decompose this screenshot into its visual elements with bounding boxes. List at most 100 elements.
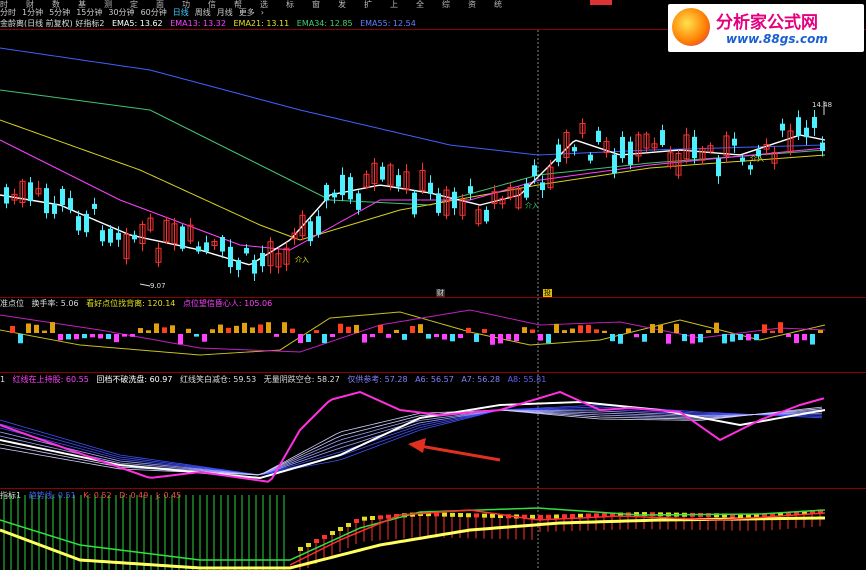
panel2-bar	[330, 334, 335, 338]
candle-body	[572, 147, 577, 152]
panel2-bar	[690, 334, 695, 344]
candle-body	[60, 188, 65, 205]
candle-body	[44, 188, 49, 214]
panel2-bar	[762, 324, 767, 333]
panel2-bar	[578, 325, 583, 333]
panel2-bar	[786, 334, 791, 338]
panel2-bar	[802, 334, 807, 341]
candle-body	[716, 158, 721, 177]
panel2-bar	[418, 324, 423, 333]
panel2-bar	[426, 334, 431, 339]
panel2-bar	[234, 325, 239, 333]
panel4-marker	[378, 515, 383, 520]
panel4-marker	[330, 531, 335, 535]
panel2-bar	[610, 334, 615, 342]
candle-body	[116, 232, 121, 240]
candle-body	[348, 177, 353, 200]
candle-body	[100, 230, 105, 242]
panel2-bar	[58, 334, 63, 341]
panel2-bar	[274, 334, 279, 337]
annotation-arrow	[419, 444, 501, 462]
panel2-bar	[714, 322, 719, 333]
panel2-bar	[378, 324, 383, 333]
entry-label: 介入	[750, 155, 764, 163]
candle-body	[660, 130, 665, 146]
panel2-yellow-line	[0, 311, 826, 356]
candle-body	[52, 203, 57, 214]
panel2-bar	[682, 334, 687, 342]
panel2-bar	[26, 323, 31, 333]
panel2-bar	[522, 327, 527, 333]
candle-body	[356, 193, 361, 210]
panel2-bar	[146, 330, 151, 333]
panel2-bar	[290, 328, 295, 333]
panel2-bar	[810, 334, 815, 345]
panel2-bar	[306, 334, 311, 342]
panel4-marker	[346, 523, 351, 527]
ema55-line	[0, 47, 826, 156]
candle-body	[76, 216, 81, 231]
panel4-marker	[386, 514, 391, 519]
panel2-bar	[122, 334, 127, 337]
panel4-marker	[570, 514, 575, 518]
panel2-bar	[10, 325, 15, 333]
panel2-bar	[410, 326, 415, 333]
panel4-marker	[546, 514, 551, 519]
candle-body	[540, 182, 545, 191]
candle-body	[396, 175, 401, 187]
panel2-bar	[218, 324, 223, 333]
panel2-bar	[442, 334, 447, 340]
candle-body	[796, 117, 801, 137]
candle-body	[380, 166, 385, 180]
candle-body	[92, 203, 97, 209]
candle-body	[820, 142, 825, 152]
panel2-bar	[698, 334, 703, 343]
financial-marker[interactable]: 财	[436, 289, 445, 297]
investment-marker[interactable]: 投	[543, 289, 552, 297]
panel2-bar	[194, 334, 199, 337]
stock-chart[interactable]	[0, 0, 866, 570]
candle-body	[324, 184, 329, 201]
candle-body	[612, 154, 617, 174]
panel2-bar	[98, 334, 103, 339]
panel2-bar	[66, 334, 71, 340]
candle-body	[628, 141, 633, 165]
panel2-bar	[42, 330, 47, 333]
panel2-bar	[506, 334, 511, 340]
panel2-bar	[370, 334, 375, 338]
ema21-line	[0, 119, 826, 241]
candle-body	[68, 198, 73, 210]
candle-body	[308, 221, 313, 242]
low-marker	[139, 283, 151, 287]
panel2-bar	[570, 328, 575, 333]
panel4-marker	[466, 513, 471, 518]
candle-body	[340, 174, 345, 196]
site-logo: 分析家公式网 www.88gs.com	[668, 4, 864, 52]
low-price-label: 9.07	[150, 282, 166, 290]
candle-body	[244, 247, 249, 254]
panel2-bar	[602, 330, 607, 333]
high-price-label: 14.48	[812, 101, 833, 109]
panel2-bar	[282, 322, 287, 333]
panel2-bar	[266, 322, 271, 333]
panel2-bar	[226, 327, 231, 333]
candle-body	[332, 192, 337, 198]
panel2-bar	[362, 334, 367, 343]
panel2-bar	[586, 324, 591, 333]
panel2-bar	[74, 334, 79, 340]
candle-body	[452, 191, 457, 209]
candle-body	[316, 216, 321, 235]
candle-body	[260, 252, 265, 267]
panel2-bar	[474, 334, 479, 342]
panel2-bar	[386, 334, 391, 338]
logo-url: www.88gs.com	[726, 32, 828, 46]
panel2-bar	[458, 334, 463, 339]
candle-body	[692, 136, 697, 159]
candle-body	[436, 193, 441, 213]
panel4-marker	[482, 513, 487, 518]
candle-body	[484, 209, 489, 222]
panel2-bar	[138, 328, 143, 333]
candle-body	[180, 226, 185, 249]
panel2-bar	[346, 326, 351, 333]
candle-body	[780, 123, 785, 131]
